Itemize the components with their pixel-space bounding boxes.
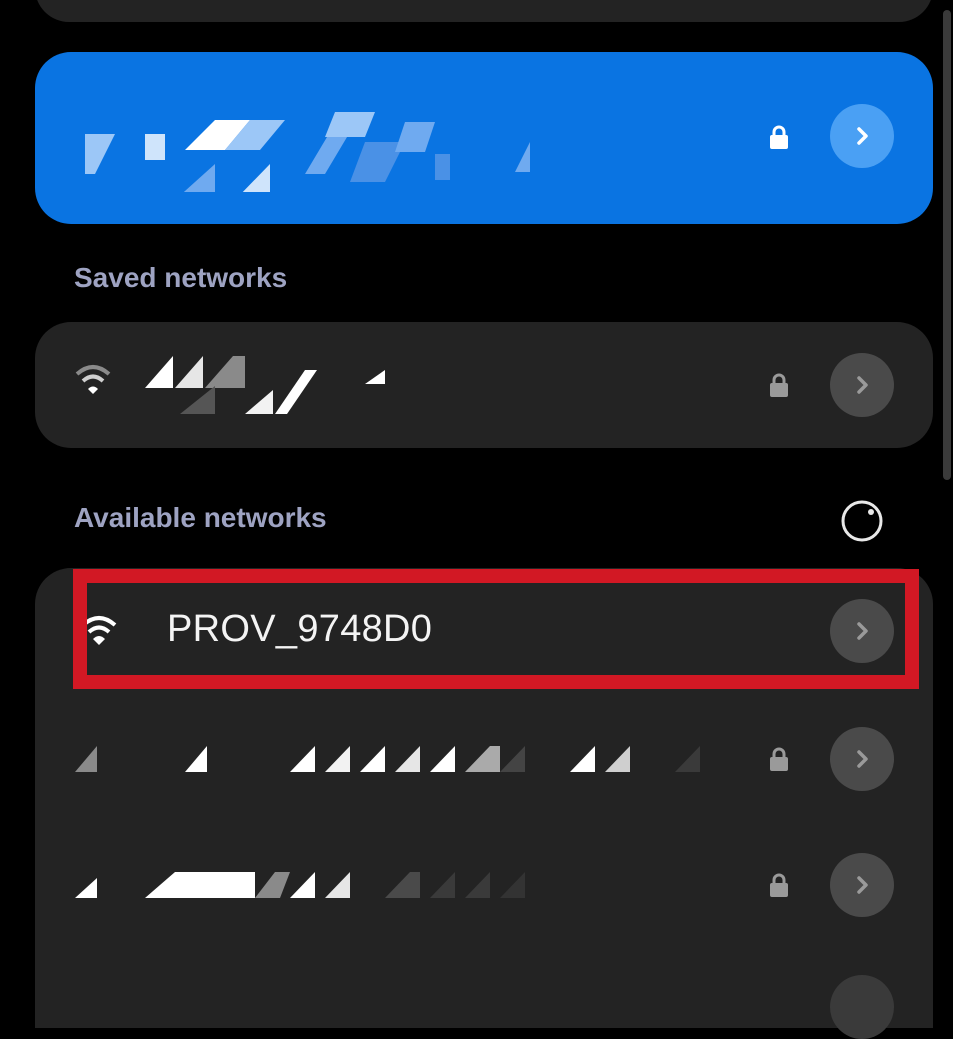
scrollbar[interactable] (943, 10, 951, 480)
lock-icon (770, 373, 788, 397)
refresh-icon[interactable] (838, 497, 886, 545)
obscured-network-name (75, 872, 525, 898)
connected-network-details-button[interactable] (830, 104, 894, 168)
network-details-button[interactable] (830, 975, 894, 1039)
available-network-row[interactable]: PROV_9748D0 (35, 568, 933, 692)
lock-icon (770, 125, 788, 149)
chevron-right-icon (857, 622, 868, 640)
available-networks-heading: Available networks (74, 502, 327, 533)
chevron-right-icon (857, 127, 868, 145)
lock-icon (770, 873, 788, 897)
obscured-network-name (85, 112, 530, 192)
network-ssid: PROV_9748D0 (167, 608, 433, 650)
wifi-icon (81, 616, 117, 645)
available-network-row[interactable] (35, 822, 933, 946)
network-details-button[interactable] (830, 727, 894, 791)
available-network-row[interactable] (35, 696, 933, 820)
saved-networks-heading: Saved networks (74, 262, 288, 293)
network-details-button[interactable] (830, 853, 894, 917)
wifi-icon (75, 365, 111, 394)
connected-network-card[interactable] (35, 52, 933, 224)
chevron-right-icon (857, 750, 868, 768)
saved-network-details-button[interactable] (830, 353, 894, 417)
network-details-button[interactable] (830, 599, 894, 663)
obscured-network-name (75, 746, 700, 772)
saved-network-row[interactable] (35, 322, 933, 448)
chevron-right-icon (857, 876, 868, 894)
chevron-right-icon (857, 376, 868, 394)
obscured-network-name (145, 356, 385, 414)
lock-icon (770, 747, 788, 771)
previous-card-bottom (35, 0, 933, 22)
